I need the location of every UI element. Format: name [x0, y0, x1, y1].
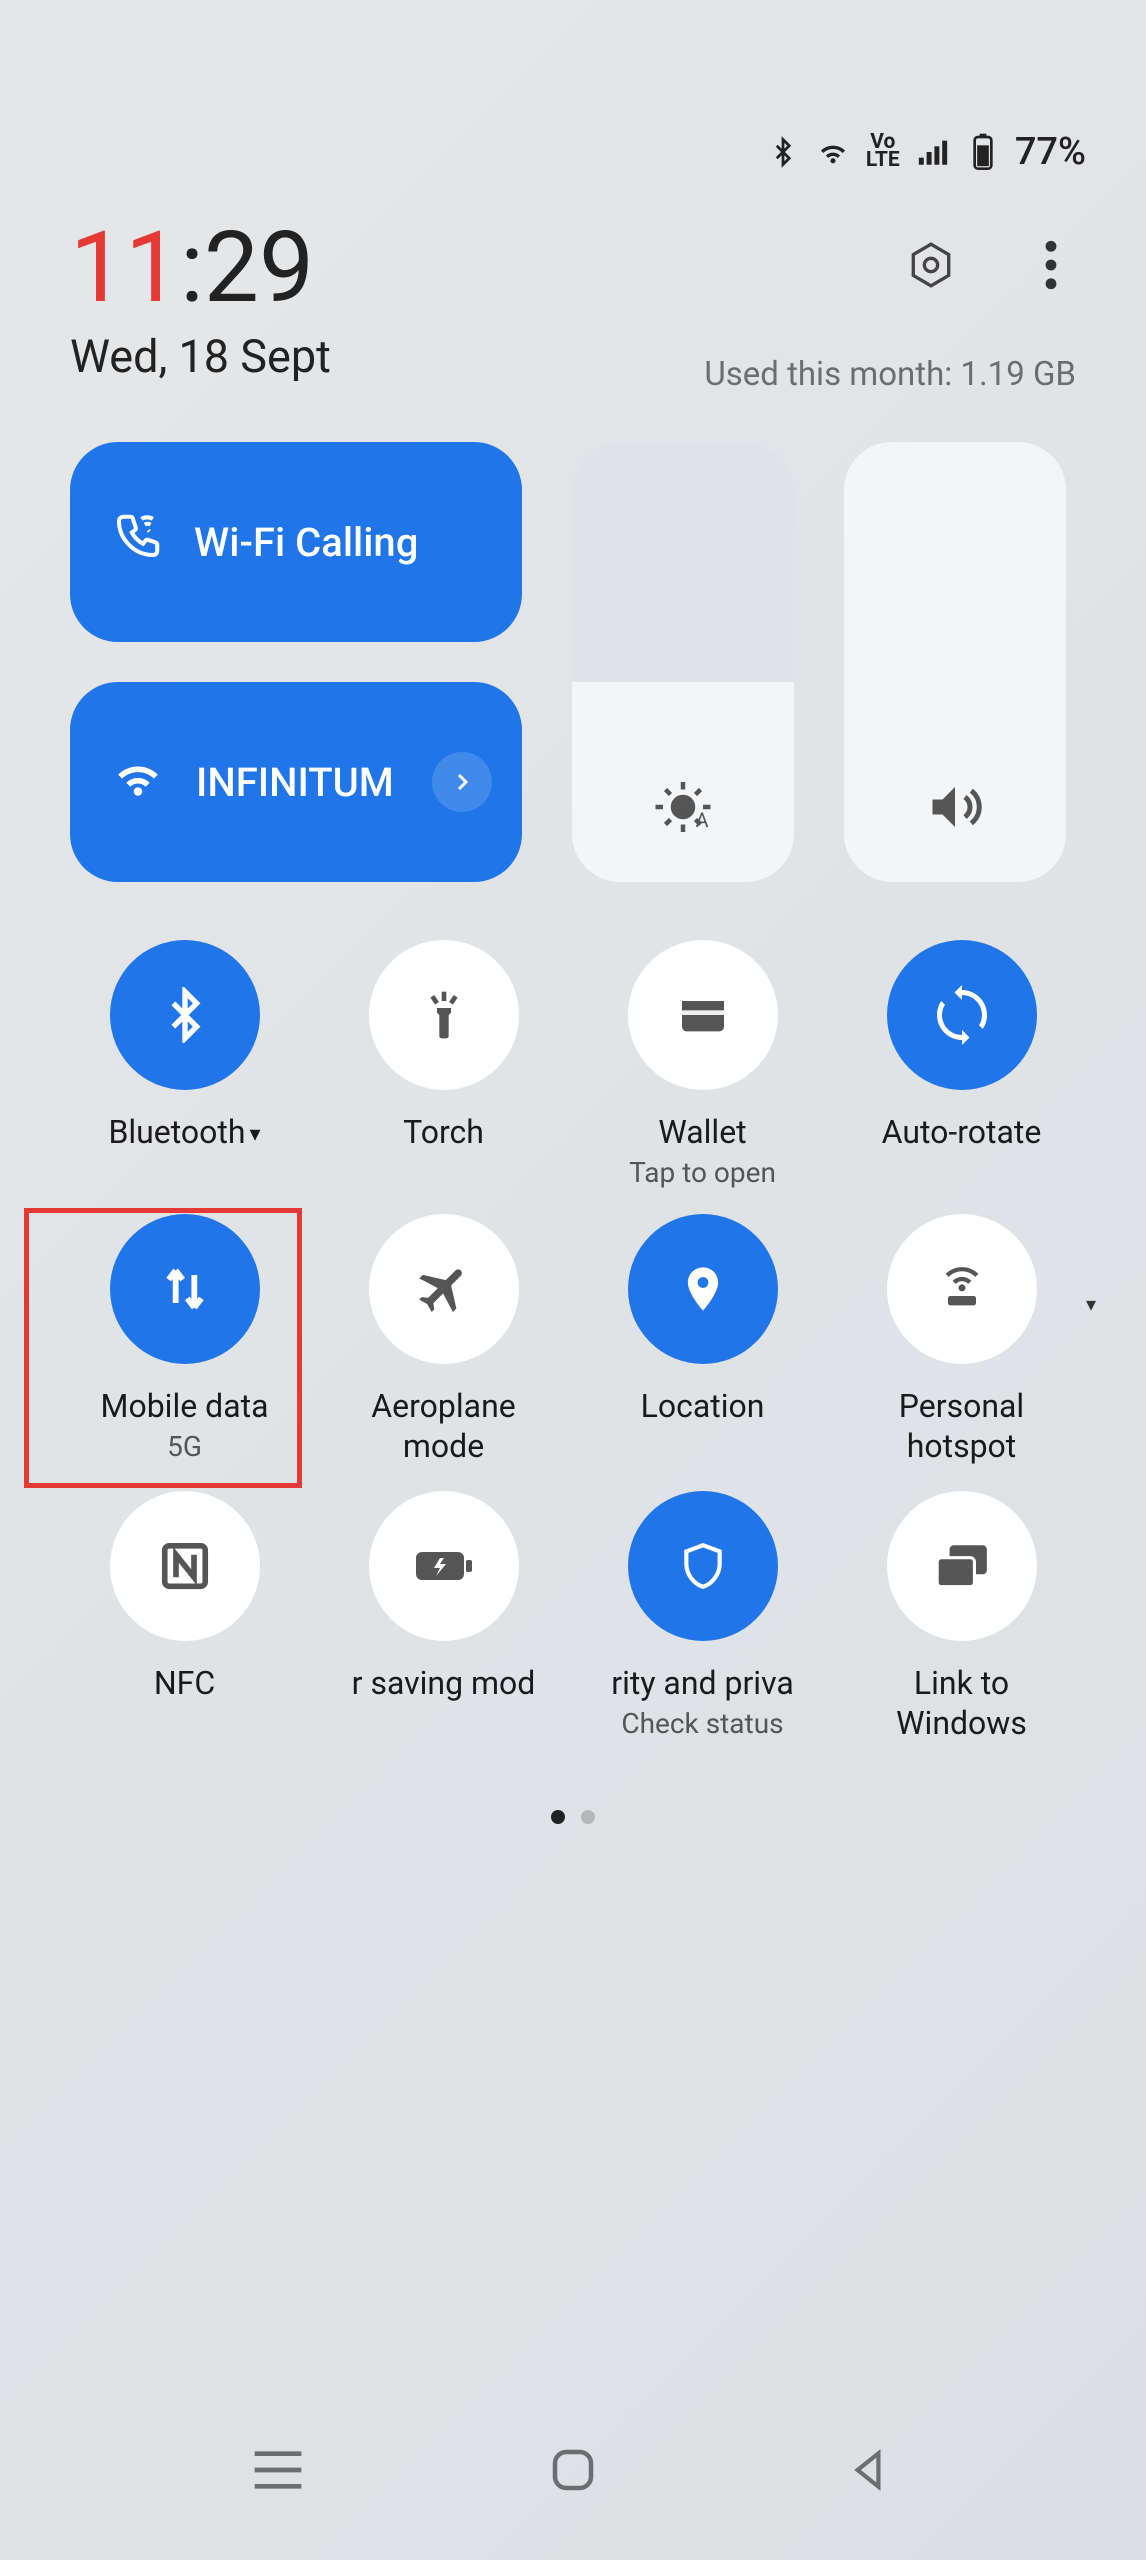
- page-indicator: [0, 1810, 1146, 1824]
- battery-icon: [369, 1491, 519, 1641]
- tile-label: rity and priva: [611, 1663, 794, 1703]
- tile-label: Bluetooth▾: [108, 1112, 260, 1152]
- wifi-expand-button[interactable]: [432, 752, 492, 812]
- wifi-icon: [110, 749, 166, 815]
- tile-bluetooth[interactable]: Bluetooth▾: [70, 940, 299, 1189]
- volume-slider[interactable]: [844, 442, 1066, 882]
- date-label: Wed, 18 Sept: [70, 330, 331, 383]
- signal-status-icon: [915, 134, 951, 170]
- tile-wallet[interactable]: Wallet Tap to open: [588, 940, 817, 1189]
- brightness-icon: A: [653, 777, 713, 837]
- tile-torch[interactable]: Torch: [329, 940, 558, 1189]
- torch-icon: [369, 940, 519, 1090]
- rotate-icon: [887, 940, 1037, 1090]
- bluetooth-icon: [110, 940, 260, 1090]
- wifi-tile[interactable]: INFINITUM: [70, 682, 522, 882]
- airplane-icon: [369, 1214, 519, 1364]
- brightness-slider[interactable]: A: [572, 442, 794, 882]
- more-options-button[interactable]: [1026, 240, 1076, 290]
- shield-icon: [628, 1491, 778, 1641]
- tile-battery[interactable]: r saving mod: [329, 1491, 558, 1743]
- nfc-icon: [110, 1491, 260, 1641]
- settings-button[interactable]: [906, 240, 956, 290]
- tile-sublabel: Check status: [621, 1707, 783, 1740]
- bluetooth-status-icon: [765, 134, 801, 170]
- tile-location[interactable]: Location: [588, 1214, 817, 1466]
- nav-back-button[interactable]: [828, 2430, 908, 2510]
- tile-rotate[interactable]: Auto-rotate: [847, 940, 1076, 1189]
- svg-text:A: A: [696, 808, 709, 832]
- tile-label: Auto-rotate: [882, 1112, 1042, 1152]
- clock-hour: 11: [70, 210, 180, 325]
- wifi-calling-icon: [110, 510, 164, 574]
- tile-sublabel: Tap to open: [629, 1156, 776, 1189]
- tile-label: Wallet: [658, 1112, 746, 1152]
- wifi-status-icon: [815, 134, 851, 170]
- wallet-icon: [628, 940, 778, 1090]
- wifi-calling-label: Wi-Fi Calling: [194, 519, 418, 566]
- tile-hotspot[interactable]: Personal hotspot▾: [847, 1214, 1076, 1466]
- volte-status-icon: VoLTE: [865, 134, 901, 170]
- expand-indicator: ▾: [1086, 1292, 1096, 1316]
- brightness-fill: [572, 442, 794, 682]
- status-bar: VoLTE 77%: [765, 130, 1086, 174]
- link-icon: [887, 1491, 1037, 1641]
- tile-label: Location: [641, 1386, 765, 1426]
- clock-minutes: :29: [180, 210, 314, 325]
- volume-icon: [925, 777, 985, 837]
- tile-label: Aeroplane mode: [334, 1386, 553, 1466]
- nav-home-button[interactable]: [533, 2430, 613, 2510]
- nav-recent-button[interactable]: [238, 2430, 318, 2510]
- tile-label: Link to Windows: [852, 1663, 1071, 1743]
- tile-shield[interactable]: rity and priva Check status: [588, 1491, 817, 1743]
- clock: 11:29: [70, 210, 314, 325]
- location-icon: [628, 1214, 778, 1364]
- tile-nfc[interactable]: NFC: [70, 1491, 299, 1743]
- tile-link[interactable]: Link to Windows: [847, 1491, 1076, 1743]
- tile-label: r saving mod: [352, 1663, 536, 1703]
- battery-status-icon: [965, 134, 1001, 170]
- tile-airplane[interactable]: Aeroplane mode: [329, 1214, 558, 1466]
- tile-label: NFC: [154, 1663, 215, 1703]
- page-dot-2: [581, 1810, 595, 1824]
- wifi-calling-tile[interactable]: Wi-Fi Calling: [70, 442, 522, 642]
- data-usage-label: Used this month: 1.19 GB: [704, 355, 1076, 394]
- highlight-mobile-data: [24, 1208, 302, 1488]
- tile-label: Torch: [403, 1112, 484, 1152]
- page-dot-1: [551, 1810, 565, 1824]
- wifi-name-label: INFINITUM: [196, 759, 394, 806]
- tile-label: Personal hotspot: [852, 1386, 1071, 1466]
- hotspot-icon: [887, 1214, 1037, 1364]
- battery-percentage: 77%: [1015, 130, 1086, 174]
